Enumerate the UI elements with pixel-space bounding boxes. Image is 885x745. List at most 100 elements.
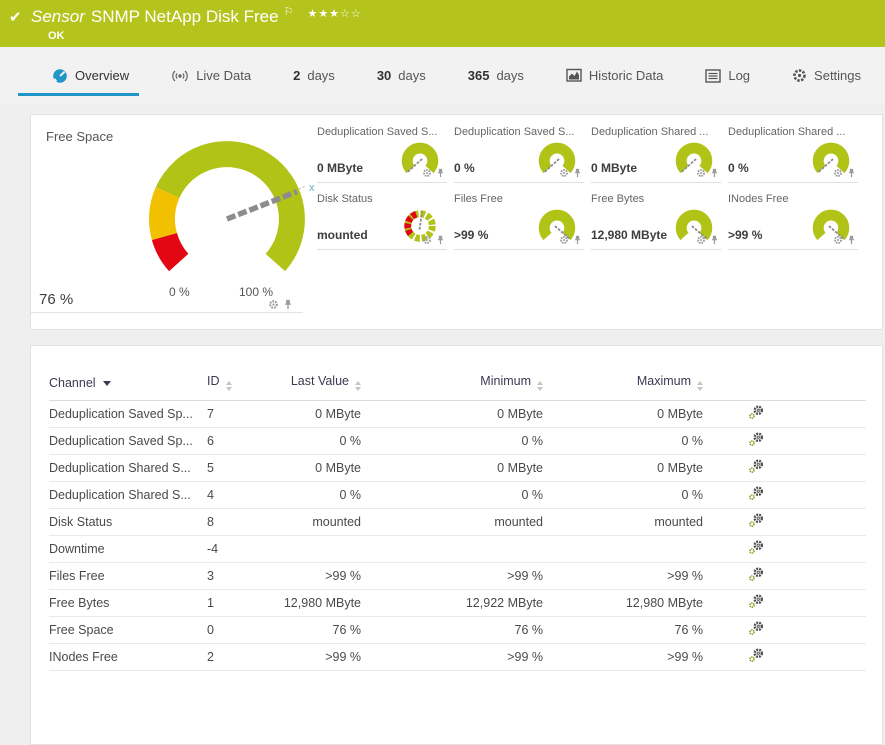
tab-day-count: 2 xyxy=(293,68,300,83)
cell-last-value: 0 MByte xyxy=(265,401,361,428)
gauge-card-free-bytes[interactable]: Free Bytes 12,980 MByte xyxy=(591,193,721,250)
gear-icon[interactable] xyxy=(422,235,432,245)
edit-channel-gears-icon[interactable] xyxy=(747,485,765,502)
gear-icon[interactable] xyxy=(559,168,569,178)
tab-30-days[interactable]: 30 days xyxy=(367,56,436,96)
column-header-minimum[interactable]: Minimum xyxy=(361,370,543,401)
column-header-maximum[interactable]: Maximum xyxy=(543,370,703,401)
cell-channel: Downtime xyxy=(49,536,207,563)
column-header-channel[interactable]: Channel xyxy=(49,370,207,401)
gauge-card-deduplication-saved-space-percent[interactable]: Deduplication Saved S... 0 % xyxy=(454,126,584,183)
tab-historic-data[interactable]: Historic Data xyxy=(556,56,673,96)
edit-channel-gears-icon[interactable] xyxy=(747,512,765,529)
gear-icon[interactable] xyxy=(559,235,569,245)
tab-2-days[interactable]: 2 days xyxy=(283,56,345,96)
gauge-card-deduplication-shared-percent[interactable]: Deduplication Shared ... 0 % xyxy=(728,126,858,183)
table-row: Disk Status 8 mounted mounted mounted xyxy=(49,509,866,536)
pin-icon[interactable] xyxy=(436,235,445,245)
mini-gauge-grid: Deduplication Saved S... 0 MByte Dedupli… xyxy=(317,126,858,250)
gear-icon[interactable] xyxy=(833,168,843,178)
edit-channel-gears-icon[interactable] xyxy=(747,431,765,448)
cell-last-value: 12,980 MByte xyxy=(265,590,361,617)
pin-icon[interactable] xyxy=(436,168,445,178)
cell-last-value: >99 % xyxy=(265,563,361,590)
tab-label: Log xyxy=(728,68,750,83)
cell-minimum: 76 % xyxy=(361,617,543,644)
tab-live-data[interactable]: Live Data xyxy=(161,56,261,96)
gauge-card-disk-status[interactable]: Disk Status mounted xyxy=(317,193,447,250)
table-row: Deduplication Shared S... 4 0 % 0 % 0 % xyxy=(49,482,866,509)
pin-icon[interactable] xyxy=(847,168,856,178)
cell-last-value: 0 % xyxy=(265,482,361,509)
rating-stars-empty[interactable]: ☆☆ xyxy=(340,8,362,20)
edit-channel-gears-icon[interactable] xyxy=(747,566,765,583)
cell-id: 8 xyxy=(207,509,265,536)
sensor-status-badge: OK xyxy=(48,30,362,42)
tab-overview[interactable]: Overview xyxy=(18,56,139,96)
flag-icon[interactable]: ⚐ xyxy=(284,6,294,18)
chart-icon xyxy=(566,68,582,83)
tab-label: days xyxy=(398,68,425,83)
cell-maximum: 0 % xyxy=(543,482,703,509)
cell-minimum: mounted xyxy=(361,509,543,536)
pin-icon[interactable] xyxy=(710,168,719,178)
cell-channel: Deduplication Shared S... xyxy=(49,482,207,509)
rating-stars-filled[interactable]: ★★★ xyxy=(307,8,340,20)
column-header-id[interactable]: ID xyxy=(207,370,265,401)
gauge-card-inodes-free[interactable]: INodes Free >99 % xyxy=(728,193,858,250)
cell-last-value: 0 MByte xyxy=(265,455,361,482)
cell-minimum: >99 % xyxy=(361,563,543,590)
gear-icon[interactable] xyxy=(833,235,843,245)
gear-icon[interactable] xyxy=(268,299,279,310)
cell-channel: Files Free xyxy=(49,563,207,590)
edit-channel-gears-icon[interactable] xyxy=(747,593,765,610)
cell-last-value: 0 % xyxy=(265,428,361,455)
tab-365-days[interactable]: 365 days xyxy=(458,56,534,96)
column-header-last-value[interactable]: Last Value xyxy=(265,370,361,401)
tab-settings[interactable]: Settings xyxy=(782,56,871,96)
pin-icon[interactable] xyxy=(573,235,582,245)
cell-id: 3 xyxy=(207,563,265,590)
cell-maximum: 0 MByte xyxy=(543,455,703,482)
gear-icon[interactable] xyxy=(696,168,706,178)
gauge-scale-min: 0 % xyxy=(169,285,190,299)
pin-icon[interactable] xyxy=(847,235,856,245)
status-check-icon: ✔ xyxy=(9,8,22,26)
cell-last-value: mounted xyxy=(265,509,361,536)
sort-icon xyxy=(226,381,232,391)
cell-id: -4 xyxy=(207,536,265,563)
cell-maximum: 0 % xyxy=(543,428,703,455)
cell-maximum: >99 % xyxy=(543,563,703,590)
gear-icon[interactable] xyxy=(422,168,432,178)
cell-id: 0 xyxy=(207,617,265,644)
sort-icon xyxy=(537,381,543,391)
edit-channel-gears-icon[interactable] xyxy=(747,539,765,556)
tab-label: days xyxy=(496,68,523,83)
tab-label: Settings xyxy=(814,68,861,83)
cell-minimum: 0 MByte xyxy=(361,401,543,428)
cell-minimum: >99 % xyxy=(361,644,543,671)
object-kind-label: Sensor xyxy=(31,7,85,26)
cell-channel: Deduplication Saved Sp... xyxy=(49,428,207,455)
cell-channel: Free Space xyxy=(49,617,207,644)
pin-icon[interactable] xyxy=(283,299,293,310)
pin-icon[interactable] xyxy=(573,168,582,178)
cell-last-value: 76 % xyxy=(265,617,361,644)
cell-id: 6 xyxy=(207,428,265,455)
gear-icon[interactable] xyxy=(696,235,706,245)
gauge-card-deduplication-saved-space-bytes[interactable]: Deduplication Saved S... 0 MByte xyxy=(317,126,447,183)
column-header-actions xyxy=(703,370,866,401)
edit-channel-gears-icon[interactable] xyxy=(747,404,765,421)
gauge-card-deduplication-shared-bytes[interactable]: Deduplication Shared ... 0 MByte xyxy=(591,126,721,183)
pin-icon[interactable] xyxy=(710,235,719,245)
edit-channel-gears-icon[interactable] xyxy=(747,458,765,475)
gauge-card-files-free[interactable]: Files Free >99 % xyxy=(454,193,584,250)
cell-id: 4 xyxy=(207,482,265,509)
sensor-title: SNMP NetApp Disk Free xyxy=(91,7,279,26)
cell-id: 5 xyxy=(207,455,265,482)
tab-log[interactable]: Log xyxy=(695,56,760,96)
edit-channel-gears-icon[interactable] xyxy=(747,620,765,637)
primary-gauge-value: 76 % xyxy=(39,291,73,308)
primary-gauge-card: Free Space x 0 % 100 % 76 % xyxy=(31,115,303,331)
edit-channel-gears-icon[interactable] xyxy=(747,647,765,664)
